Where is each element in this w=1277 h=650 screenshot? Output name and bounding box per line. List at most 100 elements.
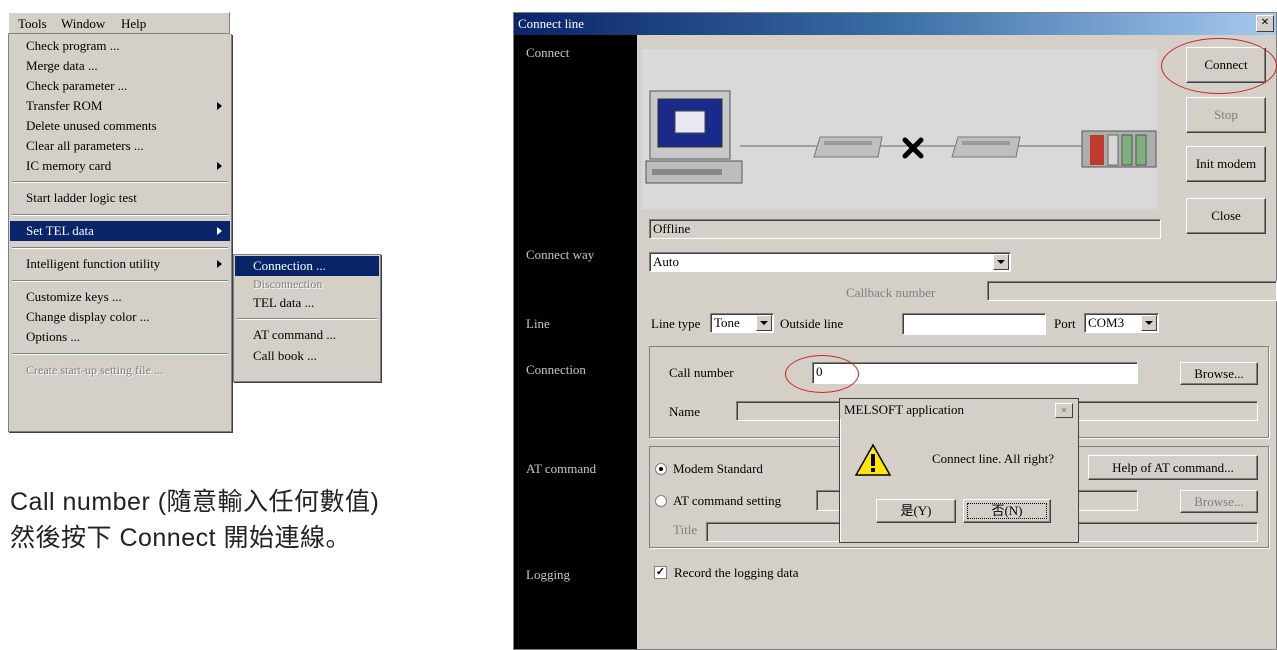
- menu-item-set-tel-data[interactable]: Set TEL data: [10, 221, 230, 241]
- record-logging-label: Record the logging data: [674, 565, 799, 580]
- port-value: COM3: [1088, 315, 1125, 330]
- menu-item-check-program[interactable]: Check program ...: [10, 36, 230, 56]
- close-button[interactable]: Close: [1186, 198, 1266, 234]
- label-connect: Connect: [526, 45, 570, 60]
- menu-tools[interactable]: Tools: [18, 16, 47, 32]
- yes-button[interactable]: 是(Y): [876, 499, 956, 523]
- connect-way-select[interactable]: Auto: [649, 252, 1011, 272]
- menu-item-label: Transfer ROM: [26, 98, 103, 113]
- menu-bar: Tools Window Help: [8, 12, 230, 34]
- modem-standard-radio[interactable]: [655, 463, 667, 475]
- outside-line-label: Outside line: [780, 316, 844, 331]
- stop-button: Stop: [1186, 97, 1266, 133]
- port-label: Port: [1054, 316, 1076, 331]
- menu-item-label: Intelligent function utility: [26, 256, 161, 271]
- menu-item-check-parameter[interactable]: Check parameter ...: [10, 76, 230, 96]
- outside-line-input[interactable]: [902, 313, 1046, 335]
- line-type-select[interactable]: Tone: [710, 313, 774, 333]
- dialog-title-bar: Connect line ×: [514, 13, 1276, 35]
- menu-separator: [237, 318, 377, 320]
- connection-illustration: [642, 49, 1157, 209]
- menu-item-label: IC memory card: [26, 158, 112, 173]
- submenu-arrow-icon: [217, 162, 222, 170]
- at-command-setting-radio[interactable]: [655, 495, 667, 507]
- menu-item-customize-keys[interactable]: Customize keys ...: [10, 287, 230, 307]
- menu-separator: [12, 181, 228, 183]
- caption-line-1: Call number (隨意輸入任何數值): [10, 488, 380, 516]
- submenu-item-call-book[interactable]: Call book ...: [235, 346, 379, 366]
- browse-button[interactable]: Browse...: [1180, 362, 1258, 385]
- menu-item-merge-data[interactable]: Merge data ...: [10, 56, 230, 76]
- chevron-down-icon[interactable]: [1141, 315, 1157, 331]
- highlight-ring-call-number: [785, 355, 859, 393]
- menu-item-options[interactable]: Options ...: [10, 327, 230, 347]
- label-connect-way: Connect way: [526, 247, 595, 262]
- submenu-arrow-icon: [217, 260, 222, 268]
- warning-icon: [854, 443, 892, 476]
- dialog-left-panel: Connect Connect way Line Connection AT c…: [514, 35, 637, 649]
- menu-separator: [12, 280, 228, 282]
- dialog-close-button[interactable]: ×: [1256, 15, 1274, 32]
- init-modem-button[interactable]: Init modem: [1186, 146, 1266, 182]
- submenu-item-at-command[interactable]: AT command ...: [235, 325, 379, 345]
- modem-standard-label: Modem Standard: [673, 461, 763, 476]
- status-field: Offline: [649, 219, 1161, 239]
- plc-icon: [1081, 130, 1157, 168]
- menu-item-label: Set TEL data: [26, 223, 94, 238]
- menu-item-clear-all-parameters[interactable]: Clear all parameters ...: [10, 136, 230, 156]
- browse-at-command-button: Browse...: [1180, 490, 1258, 513]
- menu-separator: [12, 214, 228, 216]
- chevron-down-icon[interactable]: [993, 254, 1009, 270]
- at-command-setting-label: AT command setting: [673, 493, 782, 508]
- callback-number-label: Callback number: [846, 285, 936, 300]
- menu-separator: [12, 247, 228, 249]
- message-box-close-button[interactable]: ×: [1055, 403, 1073, 418]
- computer-icon: [645, 90, 743, 184]
- no-button[interactable]: 否(N): [963, 499, 1051, 523]
- melsoft-message-box: MELSOFT application × Connect line. All …: [839, 398, 1079, 543]
- menu-item-ic-memory-card[interactable]: IC memory card: [10, 156, 230, 176]
- submenu-item-tel-data[interactable]: TEL data ...: [235, 293, 379, 313]
- message-box-text: Connect line. All right?: [932, 451, 1055, 466]
- menu-item-start-ladder-logic-test[interactable]: Start ladder logic test: [10, 188, 230, 208]
- dialog-title: Connect line: [518, 16, 585, 31]
- connect-line-dialog: Connect line × Connect Connect way Line …: [513, 12, 1277, 650]
- label-at-command: AT command: [526, 461, 597, 476]
- menu-item-intelligent-function-utility[interactable]: Intelligent function utility: [10, 254, 230, 274]
- record-logging-checkbox[interactable]: ✓: [654, 566, 667, 579]
- disconnected-x-icon: [902, 137, 924, 159]
- menu-window[interactable]: Window: [61, 16, 105, 32]
- title-label: Title: [673, 522, 698, 537]
- line-type-label: Line type: [651, 316, 701, 331]
- submenu-arrow-icon: [217, 102, 222, 110]
- pc-modem-plc-diagram: [645, 90, 1157, 184]
- highlight-ring-connect: [1161, 38, 1277, 94]
- submenu-item-connection[interactable]: Connection ...: [235, 256, 379, 276]
- menu-help[interactable]: Help: [121, 16, 146, 32]
- callback-number-field: [987, 281, 1277, 301]
- modem-icon-left: [813, 136, 883, 158]
- caption-line-2: 然後按下 Connect 開始連線。: [10, 524, 352, 552]
- menu-item-delete-unused-comments[interactable]: Delete unused comments: [10, 116, 230, 136]
- tel-data-submenu: Connection ... Disconnection TEL data ..…: [233, 254, 381, 382]
- message-box-title-bar: MELSOFT application: [840, 399, 1078, 419]
- menu-separator: [12, 353, 228, 355]
- message-box-title: MELSOFT application: [844, 402, 965, 417]
- call-number-label: Call number: [669, 365, 734, 380]
- name-label: Name: [669, 404, 701, 419]
- call-number-input[interactable]: 0: [812, 362, 1138, 384]
- menu-item-create-startup-setting-file: Create start-up setting file ...: [26, 363, 163, 377]
- menu-item-change-display-color[interactable]: Change display color ...: [10, 307, 230, 327]
- tools-menu: Check program ... Merge data ... Check p…: [8, 34, 232, 432]
- submenu-arrow-icon: [217, 227, 222, 235]
- label-connection: Connection: [526, 362, 586, 377]
- modem-icon-right: [951, 136, 1021, 158]
- label-line: Line: [526, 316, 550, 331]
- chevron-down-icon[interactable]: [756, 315, 772, 331]
- menu-item-transfer-rom[interactable]: Transfer ROM: [10, 96, 230, 116]
- help-of-at-command-button[interactable]: Help of AT command...: [1088, 455, 1258, 480]
- connect-way-value: Auto: [653, 254, 679, 269]
- port-select[interactable]: COM3: [1084, 313, 1159, 333]
- line-type-value: Tone: [714, 315, 740, 330]
- label-logging: Logging: [526, 567, 571, 582]
